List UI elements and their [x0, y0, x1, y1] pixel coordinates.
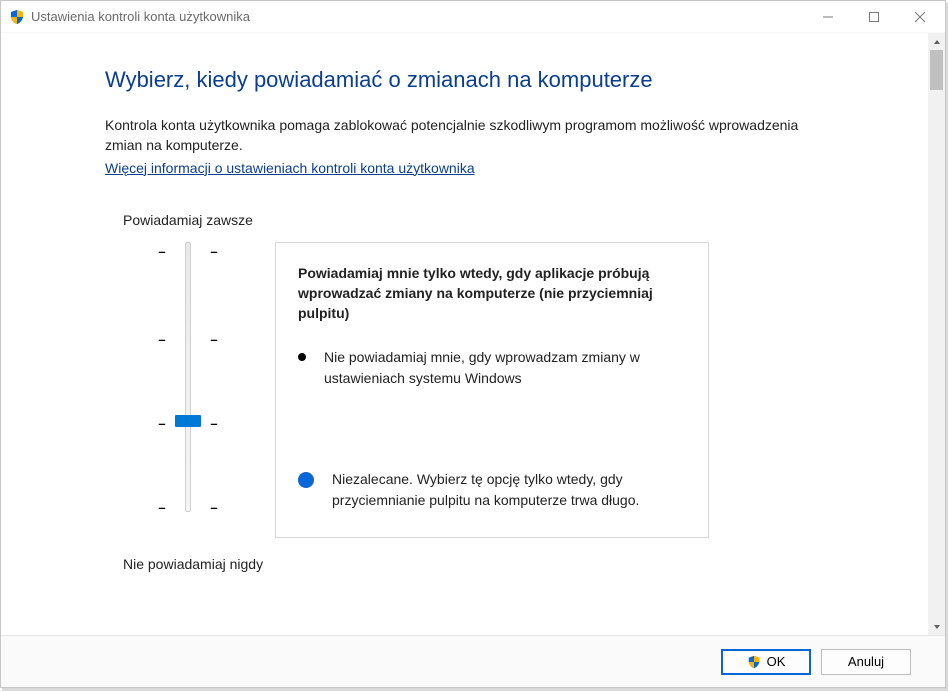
slider-tick-3: –– — [157, 244, 219, 259]
slider-tick-0: –– — [157, 500, 219, 515]
recommendation-text: Niezalecane. Wybierz tę opcję tylko wted… — [332, 469, 686, 511]
info-icon — [298, 472, 314, 488]
recommendation-row: Niezalecane. Wybierz tę opcję tylko wted… — [298, 469, 686, 511]
shield-icon — [747, 655, 761, 669]
level-description-bullet: Nie powiadamiaj mnie, gdy wprowadzam zmi… — [298, 347, 686, 389]
page-heading: Wybierz, kiedy powiadamiać o zmianach na… — [105, 67, 850, 93]
slider-thumb[interactable] — [175, 415, 201, 427]
shield-icon — [9, 9, 25, 25]
window-title: Ustawienia kontroli konta użytkownika — [31, 9, 250, 24]
level-description-panel: Powiadamiaj mnie tylko wtedy, gdy aplika… — [275, 242, 709, 538]
bullet-icon — [298, 353, 306, 361]
content: Wybierz, kiedy powiadamiać o zmianach na… — [1, 33, 928, 572]
uac-slider[interactable]: –– –– –– –– — [141, 242, 233, 538]
ok-button-label: OK — [767, 654, 786, 669]
cancel-button[interactable]: Anuluj — [821, 649, 911, 675]
slider-label-never: Nie powiadamiaj nigdy — [123, 556, 850, 572]
scroll-area: Wybierz, kiedy powiadamiać o zmianach na… — [1, 33, 945, 635]
ok-button[interactable]: OK — [721, 649, 811, 675]
lead-paragraph: Kontrola konta użytkownika pomaga zablok… — [105, 115, 825, 156]
dialog-footer: OK Anuluj — [1, 635, 945, 687]
level-description-bullet-text: Nie powiadamiaj mnie, gdy wprowadzam zmi… — [324, 347, 686, 389]
notification-level-block: Powiadamiaj zawsze –– –– –– –– Powiad — [123, 212, 850, 572]
scroll-up-arrow[interactable] — [928, 33, 945, 50]
titlebar: Ustawienia kontroli konta użytkownika — [1, 1, 945, 33]
scroll-down-arrow[interactable] — [928, 618, 945, 635]
vertical-scrollbar[interactable] — [928, 33, 945, 635]
minimize-button[interactable] — [805, 2, 851, 32]
uac-settings-window: Ustawienia kontroli konta użytkownika Wy… — [0, 0, 946, 688]
level-description-title: Powiadamiaj mnie tylko wtedy, gdy aplika… — [298, 263, 686, 324]
slider-track — [185, 242, 191, 512]
slider-label-always: Powiadamiaj zawsze — [123, 212, 850, 228]
slider-tick-2: –– — [157, 332, 219, 347]
maximize-button[interactable] — [851, 2, 897, 32]
more-info-link[interactable]: Więcej informacji o ustawieniach kontrol… — [105, 160, 475, 176]
scrollbar-thumb[interactable] — [930, 50, 943, 90]
cancel-button-label: Anuluj — [848, 654, 884, 669]
close-button[interactable] — [897, 2, 943, 32]
